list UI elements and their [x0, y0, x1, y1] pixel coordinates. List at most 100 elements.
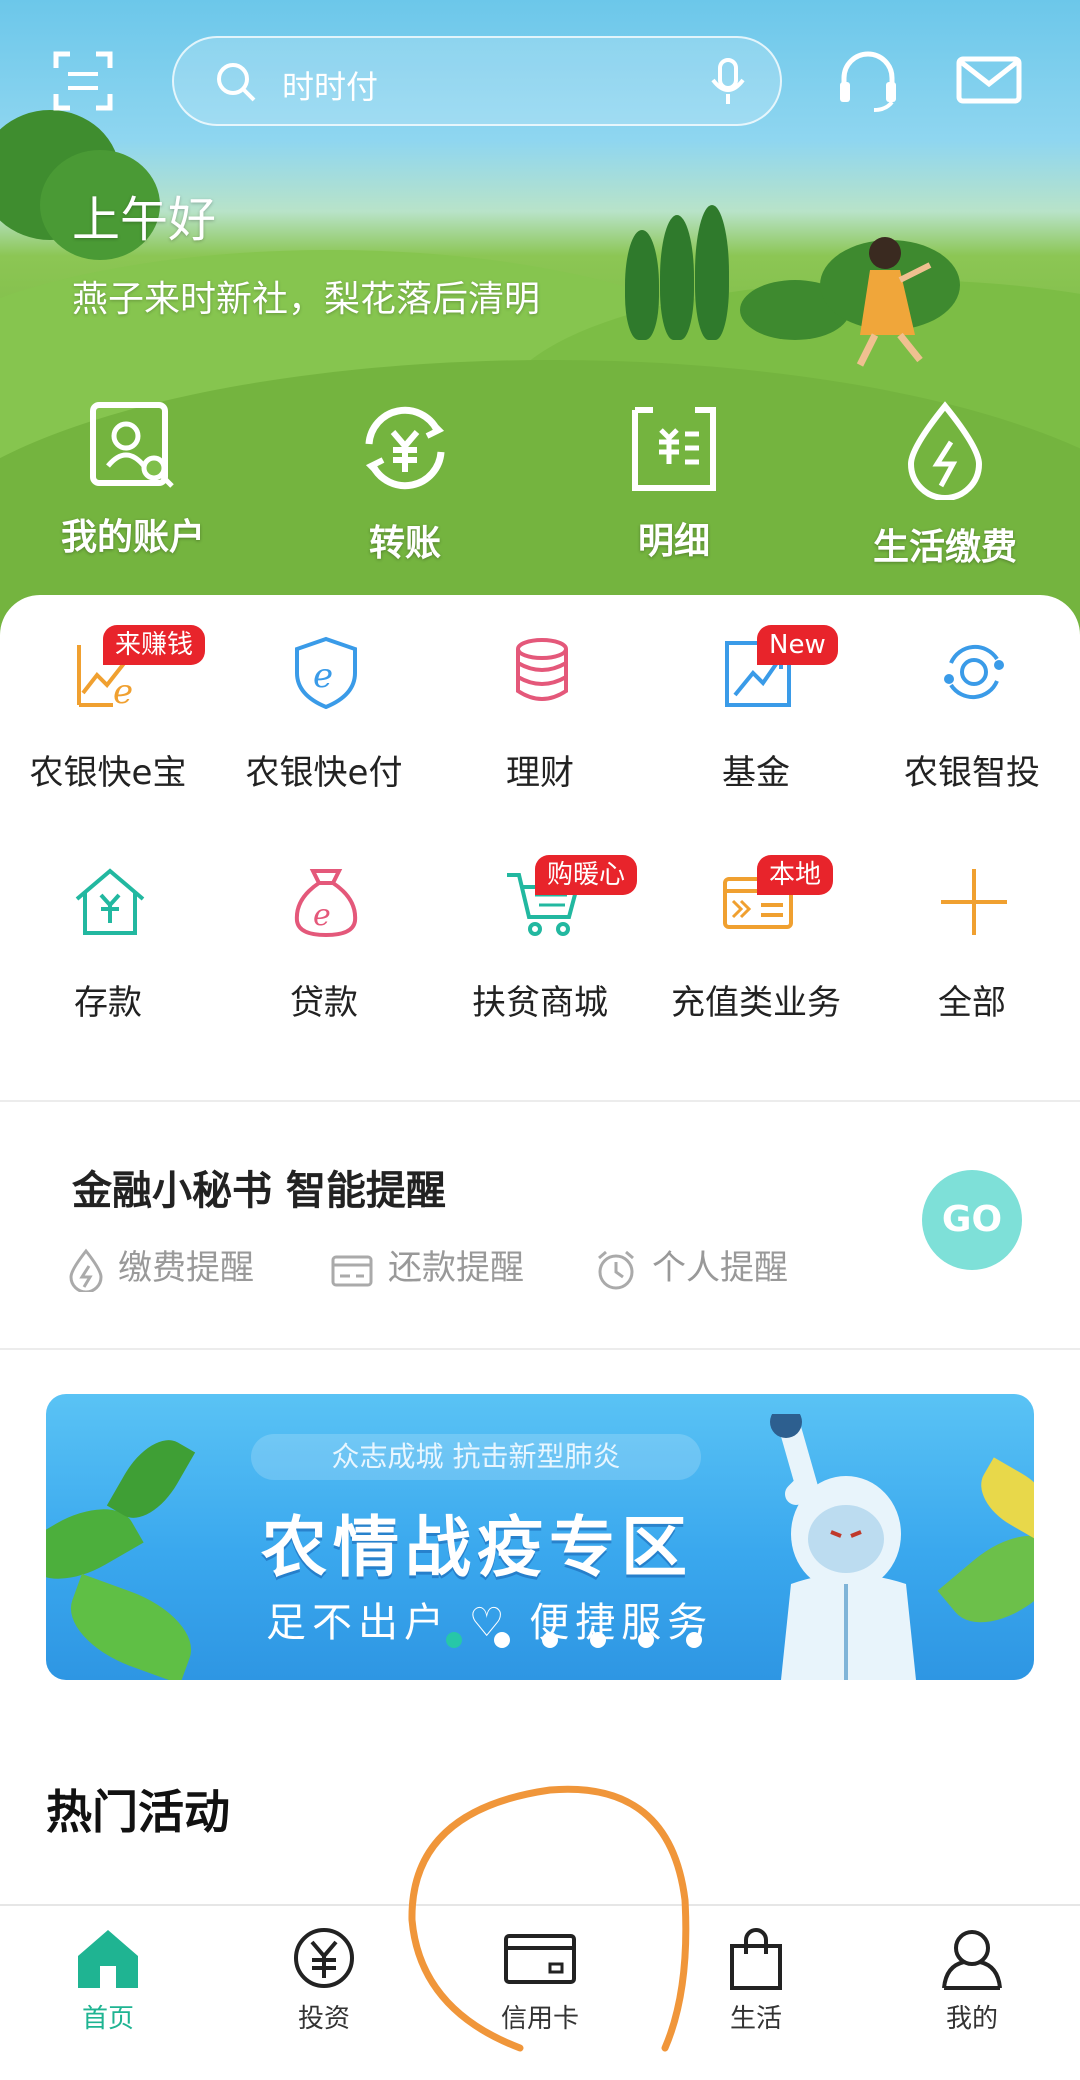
svg-text:e: e — [313, 656, 333, 696]
deposit-house-icon — [75, 868, 145, 935]
quick-action-transfer[interactable]: 转账 — [305, 400, 505, 566]
carousel-dot[interactable] — [686, 1632, 702, 1648]
shield-e-icon: e — [295, 636, 357, 709]
alarm-clock-icon — [598, 1250, 634, 1289]
search-bar[interactable]: 时时付 — [172, 36, 782, 126]
service-label: 充值类业务 — [671, 983, 841, 1023]
quick-action-label: 明细 — [637, 521, 710, 562]
credit-card-icon — [504, 1934, 576, 1984]
carousel-dot[interactable] — [638, 1632, 654, 1648]
banner-title: 农情战疫专区 — [261, 1509, 693, 1586]
quick-action-utility-payment[interactable]: 生活缴费 — [845, 400, 1045, 570]
customer-service-button[interactable] — [836, 48, 900, 116]
service-label: 扶贫商城 — [472, 983, 608, 1023]
svg-text:e: e — [113, 672, 133, 709]
tab-label: 首页 — [81, 2004, 134, 2034]
quick-action-label: 生活缴费 — [872, 527, 1017, 568]
tab-label: 投资 — [297, 2004, 350, 2034]
quick-action-my-account[interactable]: 我的账户 — [33, 400, 233, 560]
coin-stack-icon — [516, 638, 568, 701]
tree-decoration — [625, 230, 659, 340]
microphone-icon[interactable] — [708, 56, 748, 108]
service-loan[interactable]: e 贷款 — [216, 855, 432, 1024]
bottom-tab-bar: 首页 投资 信用卡 生活 我的 — [0, 1904, 1080, 2050]
home-icon — [78, 1930, 138, 1988]
reminder-label: 个人提醒 — [652, 1248, 788, 1288]
loan-bag-icon: e — [294, 869, 358, 938]
tab-mine[interactable]: 我的 — [882, 1926, 1062, 2035]
service-label: 农银快e宝 — [29, 753, 187, 793]
tab-credit-card[interactable]: 信用卡 — [450, 1926, 630, 2035]
new-badge: New — [757, 625, 838, 665]
card-icon — [331, 1255, 373, 1286]
hot-activities-title: 热门活动 — [46, 1785, 230, 1839]
carousel-dot[interactable] — [494, 1632, 510, 1648]
service-recharge[interactable]: 本地 充值类业务 — [648, 855, 864, 1024]
secretary-title: 金融小秘书 智能提醒 — [72, 1168, 446, 1214]
search-icon — [217, 63, 256, 102]
promo-badge: 购暖心 — [535, 855, 638, 895]
reminder-personal[interactable]: 个人提醒 — [594, 1240, 788, 1290]
tree-decoration — [695, 205, 729, 340]
utility-drop-icon — [907, 401, 983, 500]
leaf-decoration — [968, 1457, 1034, 1541]
service-label: 理财 — [506, 753, 574, 793]
quick-action-details[interactable]: 明细 — [574, 400, 774, 564]
yuan-circle-icon — [294, 1928, 354, 1988]
girl-illustration — [856, 237, 932, 367]
plus-icon — [941, 869, 1007, 935]
person-icon — [942, 1930, 1002, 1990]
bolt-drop-icon — [69, 1248, 103, 1293]
service-kuaiefu[interactable]: e 农银快e付 — [216, 625, 432, 794]
messages-button[interactable] — [956, 56, 1022, 108]
section-divider — [0, 1348, 1080, 1350]
service-label: 全部 — [938, 983, 1006, 1023]
quick-action-label: 转账 — [368, 523, 441, 564]
tab-home[interactable]: 首页 — [18, 1926, 198, 2035]
reminder-label: 缴费提醒 — [118, 1248, 254, 1288]
service-wealth[interactable]: 理财 — [432, 625, 648, 794]
search-placeholder: 时时付 — [282, 68, 379, 106]
go-button[interactable]: GO — [922, 1170, 1022, 1270]
details-list-icon — [632, 407, 716, 491]
greeting-text: 上午好 — [72, 192, 217, 248]
scan-icon — [53, 51, 113, 111]
scan-button[interactable] — [52, 50, 114, 112]
mail-icon — [956, 56, 1022, 104]
promo-banner[interactable]: 众志成城 抗击新型肺炎 农情战疫专区 足不出户 ♡ 便捷服务 — [46, 1394, 1034, 1680]
promo-badge: 来赚钱 — [103, 625, 206, 665]
local-badge: 本地 — [757, 855, 834, 895]
poem-text: 燕子来时新社，梨花落后清明 — [72, 279, 541, 320]
account-search-icon — [90, 402, 174, 488]
tab-label: 我的 — [945, 2004, 998, 2034]
banner-slogan: 众志成城 抗击新型肺炎 — [251, 1434, 701, 1480]
tab-invest[interactable]: 投资 — [234, 1926, 414, 2035]
reminder-repayment[interactable]: 还款提醒 — [330, 1240, 524, 1290]
service-fund[interactable]: New 基金 — [648, 625, 864, 794]
carousel-indicator[interactable] — [446, 1632, 734, 1652]
service-label: 农银智投 — [904, 753, 1040, 793]
section-divider — [0, 1100, 1080, 1102]
leaf-decoration — [937, 1513, 1034, 1645]
service-label: 农银快e付 — [245, 753, 403, 793]
service-kuaiebao[interactable]: e 来赚钱 农银快e宝 — [0, 625, 216, 794]
service-smart-invest[interactable]: 农银智投 — [864, 625, 1080, 794]
smart-invest-icon — [944, 644, 1004, 700]
service-deposit[interactable]: 存款 — [0, 855, 216, 1024]
medical-worker-illustration — [770, 1414, 916, 1680]
reminder-payment[interactable]: 缴费提醒 — [68, 1240, 254, 1293]
tab-label: 生活 — [729, 2004, 782, 2034]
carousel-dot[interactable] — [542, 1632, 558, 1648]
service-label: 基金 — [722, 753, 790, 793]
service-poverty-mall[interactable]: 购暖心 扶贫商城 — [432, 855, 648, 1024]
carousel-dot[interactable] — [590, 1632, 606, 1648]
tab-life[interactable]: 生活 — [666, 1926, 846, 2035]
headset-icon — [840, 51, 896, 112]
tab-label: 信用卡 — [500, 2004, 579, 2034]
hero-banner: 时时付 上午好 燕子来时新社，梨花落后清明 我的账户 转账 明细 生活缴费 — [0, 0, 1080, 640]
service-all[interactable]: 全部 — [864, 855, 1080, 1024]
carousel-dot[interactable] — [446, 1632, 462, 1648]
shopping-bag-icon — [730, 1928, 782, 1990]
leaf-decoration — [57, 1573, 205, 1680]
transfer-yuan-icon — [365, 406, 445, 490]
